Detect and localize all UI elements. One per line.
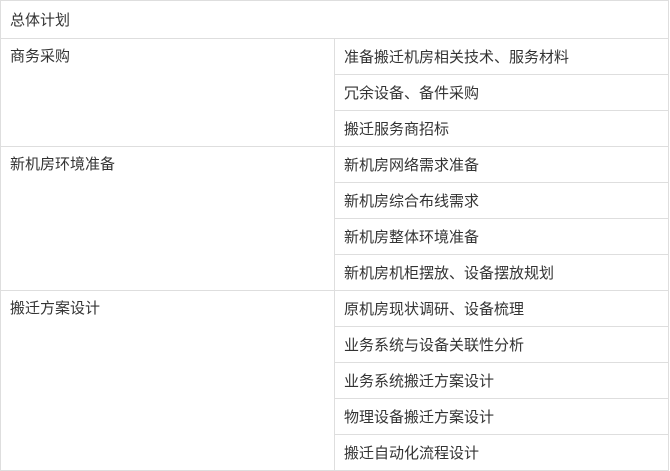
task-cell: 原机房现状调研、设备梳理 <box>333 290 670 327</box>
table-header-row: 总体计划 <box>0 0 670 39</box>
table-header-cell: 总体计划 <box>0 0 670 39</box>
category-cell: 商务采购 <box>0 38 335 147</box>
category-cell: 搬迁方案设计 <box>0 290 335 471</box>
task-cell: 准备搬迁机房相关技术、服务材料 <box>333 38 670 75</box>
task-cell: 搬迁服务商招标 <box>333 110 670 147</box>
task-cell: 新机房整体环境准备 <box>333 218 670 255</box>
task-cell: 业务系统搬迁方案设计 <box>333 362 670 399</box>
task-cell: 新机房机柜摆放、设备摆放规划 <box>333 254 670 291</box>
table-row: 搬迁方案设计 原机房现状调研、设备梳理 <box>0 290 670 471</box>
task-cell: 业务系统与设备关联性分析 <box>333 326 670 363</box>
category-cell: 新机房环境准备 <box>0 146 335 291</box>
overall-plan-table: 总体计划 商务采购 准备搬迁机房相关技术、服务材料 冗余设备、备件采购 搬迁服务… <box>0 0 670 471</box>
task-cell: 新机房网络需求准备 <box>333 146 670 183</box>
task-cell: 物理设备搬迁方案设计 <box>333 398 670 435</box>
table-row: 新机房环境准备 新机房网络需求准备 <box>0 146 670 291</box>
task-cell: 新机房综合布线需求 <box>333 182 670 219</box>
task-cell: 冗余设备、备件采购 <box>333 74 670 111</box>
table-row: 商务采购 准备搬迁机房相关技术、服务材料 <box>0 38 670 147</box>
task-cell: 搬迁自动化流程设计 <box>333 434 670 471</box>
